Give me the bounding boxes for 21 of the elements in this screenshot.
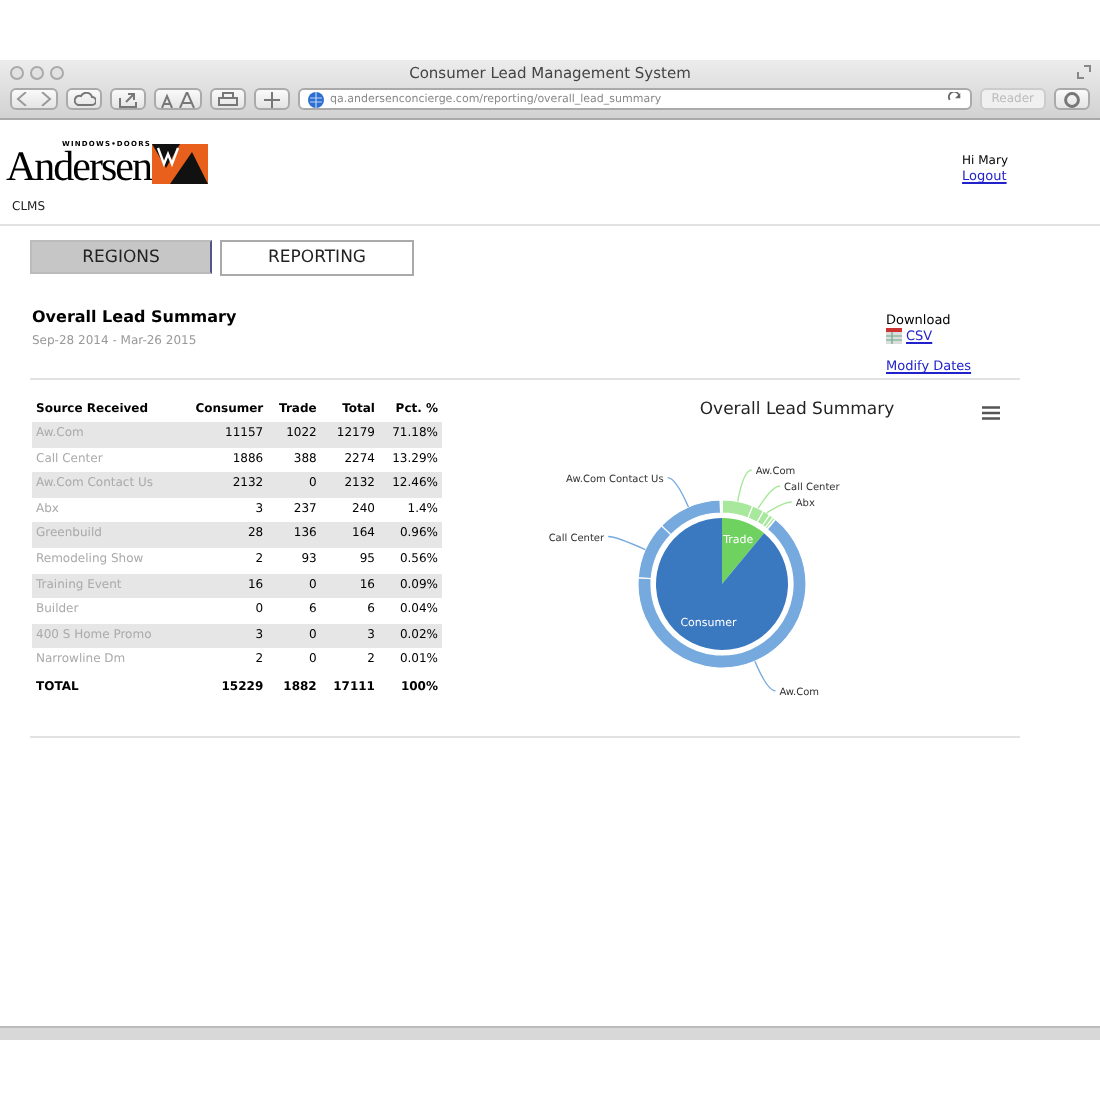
add-icon[interactable]: [254, 88, 290, 110]
menu-icon[interactable]: [982, 406, 1000, 420]
chart-title: Overall Lead Summary: [699, 400, 895, 420]
back-forward-button[interactable]: [10, 88, 58, 110]
tab[interactable]: REPORTING: [220, 240, 414, 276]
share-icon[interactable]: [110, 88, 146, 110]
tab[interactable]: REGIONS: [30, 240, 212, 274]
reload-icon[interactable]: [947, 92, 962, 106]
text-size-icon[interactable]: [154, 88, 202, 110]
report-title: Overall Lead Summary: [32, 308, 237, 326]
print-icon[interactable]: [210, 88, 246, 110]
leader-line: [754, 660, 777, 692]
brand-logo: Andersen: [6, 148, 151, 184]
fullscreen-icon[interactable]: [1076, 64, 1092, 80]
logo-icon: [152, 144, 209, 184]
globe-icon: [308, 91, 324, 107]
leader-line: [736, 469, 753, 503]
leader-line: [666, 476, 690, 508]
spreadsheet-icon: [886, 328, 902, 344]
cloud-icon[interactable]: [66, 88, 102, 110]
leader-line: [607, 535, 647, 551]
